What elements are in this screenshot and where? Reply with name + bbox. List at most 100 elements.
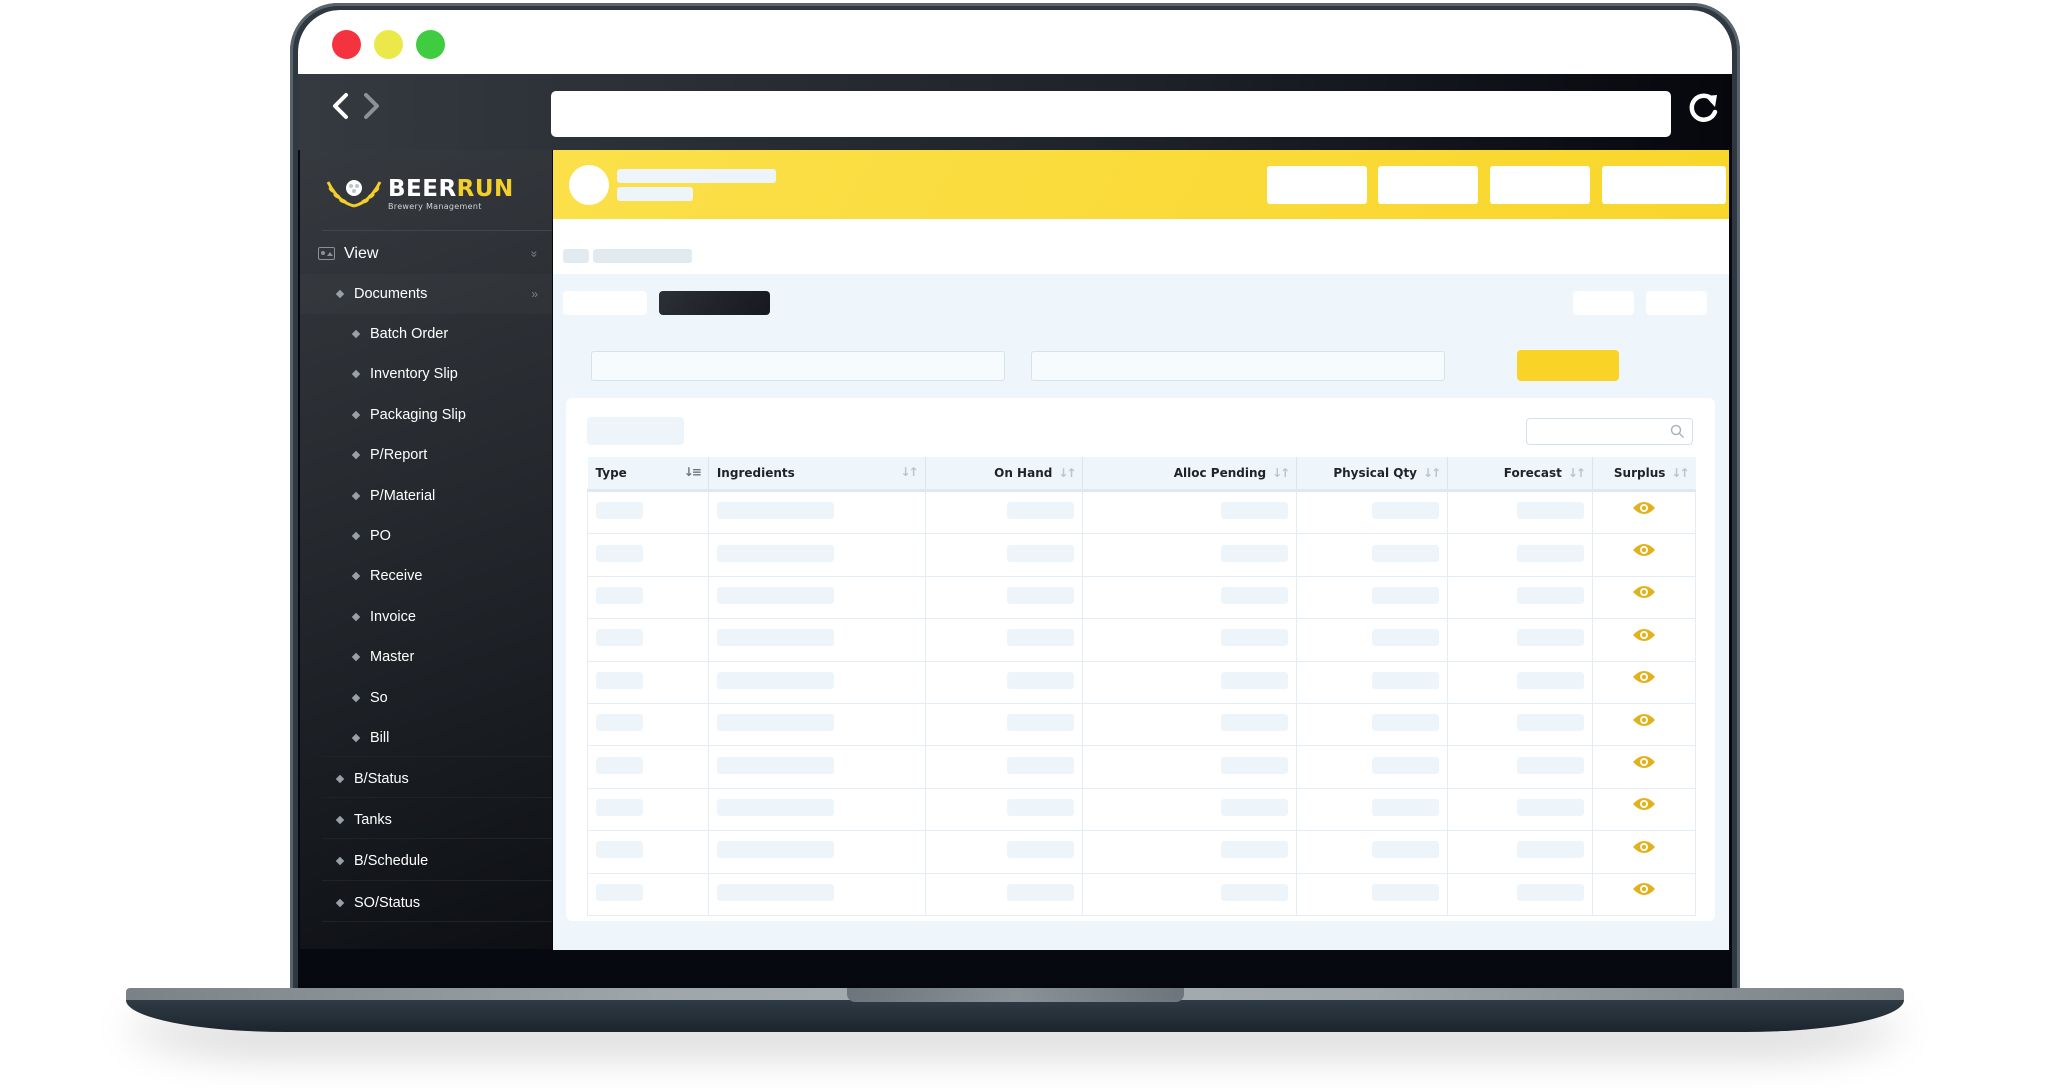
table-row[interactable] (587, 830, 1697, 874)
eye-icon[interactable] (1632, 881, 1656, 897)
column-header-physical-qty[interactable]: Physical Qty ↓↑ (1296, 457, 1449, 492)
table-cell (924, 533, 1084, 577)
table-row[interactable] (587, 787, 1697, 832)
minimize-window-button[interactable] (374, 30, 403, 59)
eye-icon[interactable] (1632, 669, 1656, 685)
table-search-input[interactable] (1526, 418, 1693, 445)
cell-placeholder (1516, 502, 1584, 520)
bullet-icon (351, 491, 361, 500)
table-cell (587, 489, 709, 535)
url-bar[interactable] (551, 91, 1671, 137)
avatar[interactable] (569, 165, 609, 205)
close-window-button[interactable] (332, 30, 361, 59)
sidebar-item-documents[interactable]: Documents » (300, 274, 552, 314)
header-action-button[interactable] (1490, 166, 1590, 204)
sidebar-item-invoice[interactable]: Invoice (300, 597, 552, 637)
eye-icon[interactable] (1632, 542, 1656, 558)
sidebar-item-packaging-slip[interactable]: Packaging Slip (300, 395, 552, 435)
breadcrumb-item[interactable] (593, 249, 692, 263)
breadcrumb-item[interactable] (563, 249, 589, 263)
table-cell (1296, 830, 1449, 874)
header-action-button[interactable] (1267, 166, 1367, 204)
header-action-button[interactable] (1602, 166, 1726, 204)
sidebar-item-label: Inventory Slip (370, 366, 458, 383)
table-row[interactable] (587, 575, 1697, 620)
column-header-label: Forecast (1503, 466, 1562, 480)
cell-placeholder (1007, 883, 1075, 901)
window-titlebar (298, 10, 1732, 74)
sidebar-item-so-status[interactable]: SO/Status (300, 883, 552, 923)
cell-placeholder (596, 671, 643, 689)
table-row[interactable] (587, 702, 1697, 747)
table-row[interactable] (587, 533, 1697, 577)
cell-placeholder (596, 502, 643, 520)
filter-input-2[interactable] (1031, 351, 1445, 381)
table-cell (1082, 489, 1298, 535)
column-header-type[interactable]: Type ↓≡ (587, 457, 709, 492)
table-cell (587, 533, 709, 577)
forward-icon[interactable] (360, 90, 382, 130)
table-row[interactable] (587, 745, 1697, 789)
eye-icon[interactable] (1632, 627, 1656, 643)
column-header-on-hand[interactable]: On Hand ↓↑ (925, 457, 1084, 492)
back-icon[interactable] (330, 90, 352, 130)
eye-icon[interactable] (1632, 500, 1656, 516)
sidebar-item-p-material[interactable]: P/Material (300, 476, 552, 516)
sidebar-item-master[interactable]: Master (300, 637, 552, 677)
chevron-right-icon: » (531, 287, 538, 301)
column-header-surplus[interactable]: Surplus ↓↑ (1592, 457, 1696, 492)
header-action-button[interactable] (1378, 166, 1478, 204)
sidebar-item-p-report[interactable]: P/Report (300, 435, 552, 475)
cell-placeholder (1372, 544, 1440, 562)
column-header-ingredients[interactable]: Ingredients ↓↑ (708, 457, 926, 492)
table-cell (1296, 787, 1449, 832)
sort-active-icon[interactable]: ↓≡ (684, 465, 702, 479)
sidebar-divider (322, 230, 552, 231)
sidebar-item-bill[interactable]: Bill (300, 718, 552, 758)
eye-icon[interactable] (1632, 712, 1656, 728)
table-row[interactable] (587, 489, 1697, 535)
sidebar-item-receive[interactable]: Receive (300, 556, 552, 596)
sidebar-item-so[interactable]: So (300, 678, 552, 718)
reload-icon[interactable] (1683, 88, 1723, 128)
table-cell (1447, 489, 1593, 535)
column-header-alloc-pending[interactable]: Alloc Pending ↓↑ (1082, 457, 1298, 492)
maximize-window-button[interactable] (416, 30, 445, 59)
table-row[interactable] (587, 618, 1697, 662)
sidebar-item-batch-order[interactable]: Batch Order (300, 314, 552, 354)
sort-icon[interactable]: ↓↑ (1272, 466, 1290, 480)
sort-icon[interactable]: ↓↑ (1568, 466, 1586, 480)
filter-submit-button[interactable] (1517, 350, 1619, 381)
table-cell (707, 533, 926, 577)
cell-placeholder (716, 883, 834, 901)
sidebar-item-tanks[interactable]: Tanks (300, 800, 552, 840)
bullet-icon (335, 898, 345, 907)
table-cell (1296, 872, 1449, 916)
eye-icon[interactable] (1632, 796, 1656, 812)
sidebar-item-b-schedule[interactable]: B/Schedule (300, 841, 552, 881)
sort-icon[interactable]: ↓↑ (1671, 466, 1689, 480)
tab-active[interactable] (659, 291, 770, 315)
table-cell (924, 618, 1084, 662)
table-cell (1591, 618, 1697, 662)
panel-action-button[interactable] (1573, 291, 1634, 315)
sidebar-item-po[interactable]: PO (300, 516, 552, 556)
sort-icon[interactable]: ↓↑ (1423, 466, 1441, 480)
sidebar-section-view[interactable]: View » (300, 234, 552, 274)
bullet-icon (351, 450, 361, 460)
table-row[interactable] (587, 872, 1697, 916)
filter-input-1[interactable] (591, 351, 1005, 381)
panel-action-button[interactable] (1646, 291, 1707, 315)
eye-icon[interactable] (1632, 584, 1656, 600)
eye-icon[interactable] (1632, 754, 1656, 770)
table-row[interactable] (587, 660, 1697, 704)
sidebar-item-b-status[interactable]: B/Status (300, 759, 552, 799)
column-header-forecast[interactable]: Forecast ↓↑ (1447, 457, 1593, 492)
eye-icon[interactable] (1632, 839, 1656, 855)
sidebar-item-inventory-slip[interactable]: Inventory Slip (300, 354, 552, 394)
table-cell (1447, 787, 1593, 832)
sort-icon[interactable]: ↓↑ (901, 465, 919, 479)
sort-icon[interactable]: ↓↑ (1058, 466, 1076, 480)
table-cell (1591, 787, 1697, 832)
tab-inactive[interactable] (563, 291, 647, 315)
